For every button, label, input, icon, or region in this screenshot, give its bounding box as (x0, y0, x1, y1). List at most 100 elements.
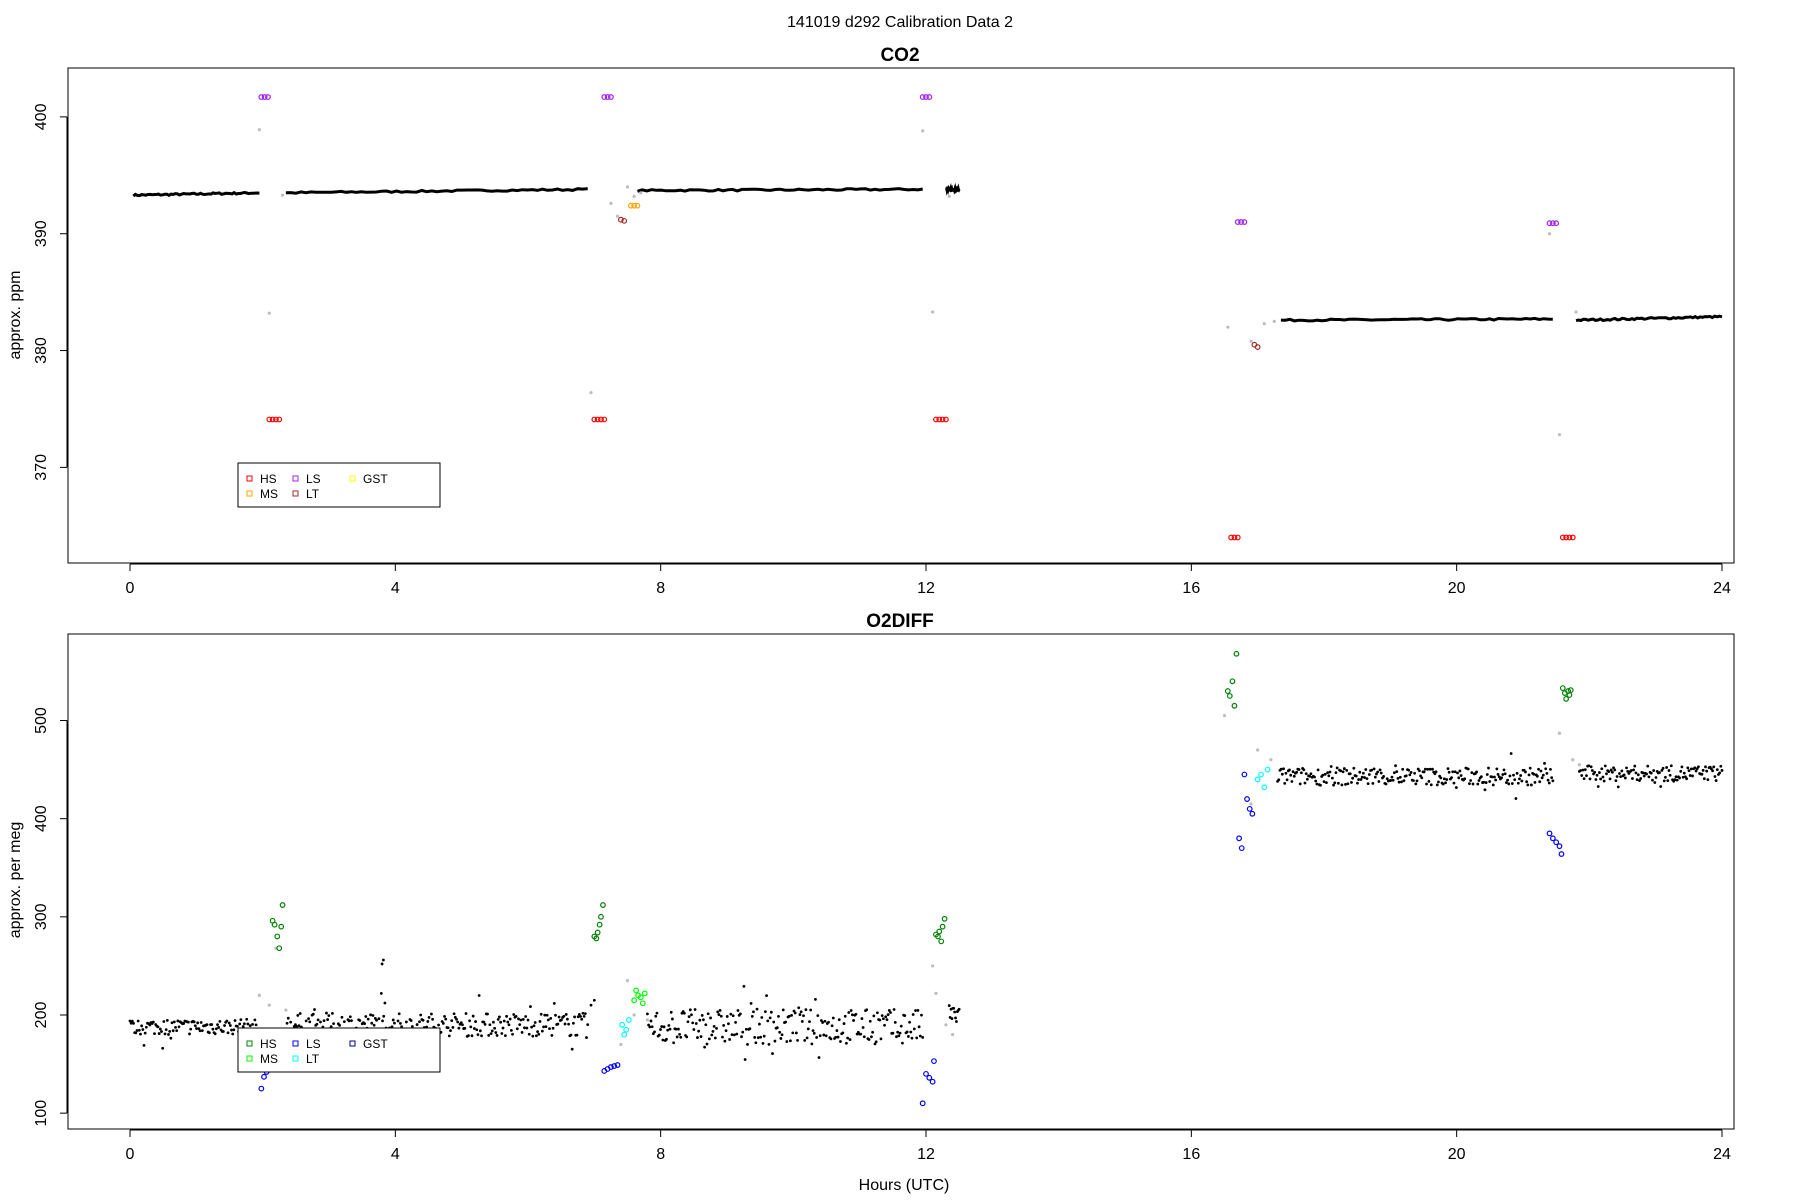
o2diff-ambient-point (427, 1016, 431, 1019)
o2diff-ambient-point (648, 1025, 652, 1029)
o2diff-ambient-point (1394, 764, 1397, 768)
o2diff-ms-point (631, 997, 638, 1004)
o2diff-ambient-point (1288, 768, 1291, 772)
o2diff-ambient-point (815, 1036, 819, 1039)
o2diff-ambient-point (836, 1035, 840, 1039)
o2diff-ambient-point (1701, 768, 1705, 772)
o2diff-ambient-point (811, 1029, 815, 1033)
o2diff-ambient-point (1485, 773, 1489, 776)
o2diff-ambient-point (326, 1018, 330, 1021)
o2diff-ambient-point (1719, 764, 1723, 768)
o2diff-ambient-point (1417, 769, 1421, 773)
o2diff-ambient-point (912, 1027, 916, 1031)
o2diff-ambient-point (167, 1033, 170, 1036)
o2diff-ambient-point (350, 1019, 353, 1023)
o2diff-ambient-point (799, 1010, 803, 1014)
o2diff-ambient-point (1639, 777, 1643, 780)
o2diff-ambient-point (1292, 774, 1296, 778)
o2diff-ambient-point (842, 1022, 846, 1025)
o2diff-ambient-point (1623, 776, 1627, 780)
co2-y-tick-label: 370 (33, 454, 50, 481)
o2diff-lt-point (1254, 776, 1261, 783)
o2diff-ambient-point (443, 1014, 446, 1018)
o2diff-ambient-point (953, 1010, 957, 1014)
o2diff-ambient-point (1550, 776, 1554, 780)
o2diff-ambient-point (254, 1023, 258, 1027)
o2diff-title: O2DIFF (866, 611, 934, 632)
o2diff-x-tick-label: 8 (656, 1146, 665, 1163)
o2diff-ambient-point (1620, 769, 1624, 773)
o2diff-ambient-point (409, 1019, 413, 1022)
o2diff-ambient-point (818, 1034, 822, 1038)
o2diff-ambient-point (1413, 771, 1417, 775)
o2diff-hs-point (598, 913, 604, 920)
o2diff-ambient-point (332, 1022, 336, 1025)
o2diff-ambient-point (1651, 778, 1654, 782)
o2diff-ambient-point (707, 1037, 711, 1041)
o2diff-ambient-point (728, 1038, 732, 1041)
o2diff-ambient-point (1539, 769, 1543, 773)
o2diff-ambient-point (674, 1027, 678, 1031)
o2diff-ambient-point (1454, 786, 1458, 789)
o2diff-ambient-point (404, 1020, 408, 1024)
co2-ambient-line (1575, 314, 1723, 323)
o2diff-ambient-point (1333, 781, 1337, 785)
o2diff-ambient-point (1712, 765, 1716, 769)
o2diff-ambient-point (660, 1025, 664, 1028)
o2diff-ambient-point (768, 1016, 772, 1020)
o2diff-ambient-point (450, 1019, 454, 1023)
o2diff-x-tick-label: 0 (126, 1146, 135, 1163)
o2diff-ambient-point (1408, 773, 1412, 777)
o2diff-y-tick-label: 300 (33, 903, 50, 930)
o2diff-ambient-point (1614, 779, 1618, 783)
o2diff-ambient-point (780, 1033, 784, 1037)
o2diff-ambient-point (1327, 774, 1331, 778)
o2diff-hs-point (600, 902, 606, 908)
o2diff-hs-point (276, 945, 283, 952)
o2diff-ambient-point (211, 1027, 215, 1031)
o2diff-ambient-point (1344, 783, 1347, 786)
o2diff-ambient-point (1681, 775, 1685, 779)
o2diff-ambient-point (787, 1014, 791, 1018)
o2diff-ambient-point (523, 1026, 526, 1030)
co2-title: CO2 (880, 45, 919, 66)
o2diff-ambient-point (315, 1022, 319, 1026)
o2diff-ambient-point (1702, 777, 1706, 781)
o2diff-ambient-point (444, 1017, 448, 1021)
o2diff-ambient-point (1382, 775, 1386, 778)
o2diff-ambient-point (168, 1029, 172, 1033)
o2diff-outlier-point (380, 962, 384, 966)
o2diff-ambient-point (709, 1016, 712, 1020)
o2diff-ambient-point (515, 1027, 519, 1031)
o2diff-ambient-point (791, 1031, 795, 1035)
o2diff-ambient-point (177, 1025, 181, 1029)
o2diff-ambient-point (824, 1034, 828, 1038)
o2diff-ambient-point (1509, 752, 1513, 755)
o2diff-ambient-point (1629, 769, 1633, 772)
o2diff-ambient-point (885, 1018, 889, 1022)
o2diff-ambient-point (893, 1020, 897, 1024)
o2diff-ambient-point (246, 1022, 250, 1026)
o2diff-outlier-point (589, 1003, 593, 1007)
o2diff-transition-point (1269, 758, 1273, 762)
o2diff-ambient-point (1600, 767, 1604, 771)
o2diff-ambient-point (675, 1035, 679, 1039)
o2diff-ambient-point (549, 1016, 553, 1020)
o2diff-transition-point (1256, 748, 1260, 752)
o2diff-ambient-point (1662, 779, 1666, 783)
o2diff-ambient-point (1524, 770, 1527, 774)
co2-transition-point (1272, 319, 1276, 323)
o2diff-ls-point (1236, 835, 1242, 842)
o2diff-ambient-point (690, 1013, 693, 1017)
o2diff-ambient-point (1678, 776, 1681, 780)
o2diff-ambient-point (1398, 775, 1402, 779)
o2diff-ambient-point (773, 1039, 777, 1043)
o2diff-ambient-point (139, 1032, 142, 1036)
o2diff-ambient-point (1528, 766, 1532, 770)
o2diff-ambient-point (845, 1041, 848, 1045)
co2-legend-label: LS (306, 472, 321, 486)
o2diff-ambient-point (169, 1036, 173, 1040)
o2diff-ambient-point (461, 1023, 464, 1027)
o2diff-ambient-point (567, 1022, 571, 1026)
o2diff-ambient-point (1330, 776, 1334, 780)
